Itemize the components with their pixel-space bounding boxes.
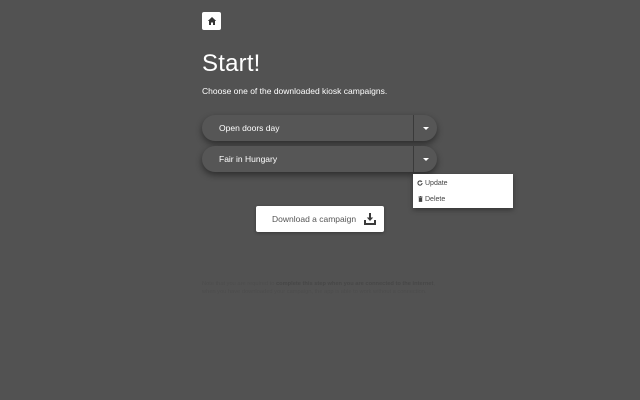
campaign-menu-toggle[interactable] (414, 146, 437, 172)
campaign-context-menu: Update Delete (413, 174, 513, 208)
campaign-item[interactable]: Fair in Hungary (202, 146, 437, 172)
download-campaign-button[interactable]: Download a campaign (256, 206, 384, 232)
caret-down-icon (422, 157, 429, 161)
caret-down-icon (422, 126, 429, 130)
page-title: Start! (202, 50, 261, 77)
start-screen: Start! Choose one of the downloaded kios… (0, 0, 640, 400)
home-button[interactable] (202, 12, 221, 30)
menu-item-update[interactable]: Update (417, 177, 509, 189)
note-text: Note that you are required to (202, 281, 276, 287)
note-emphasis: complete this step when you are connecte… (275, 281, 434, 287)
trash-icon (417, 195, 423, 203)
menu-item-label: Update (425, 179, 448, 187)
refresh-icon (417, 179, 423, 187)
campaign-item[interactable]: Open doors day (202, 115, 437, 141)
connection-note: Note that you are required to complete t… (202, 281, 438, 296)
campaign-menu-toggle[interactable] (414, 115, 437, 141)
download-tray-icon (364, 213, 376, 225)
menu-item-label: Delete (425, 195, 446, 203)
download-button-label: Download a campaign (272, 214, 357, 224)
home-icon (207, 17, 216, 25)
page-subtitle: Choose one of the downloaded kiosk campa… (202, 86, 388, 96)
campaign-name: Fair in Hungary (219, 154, 278, 164)
menu-item-delete[interactable]: Delete (417, 193, 509, 205)
campaign-name: Open doors day (219, 123, 280, 133)
